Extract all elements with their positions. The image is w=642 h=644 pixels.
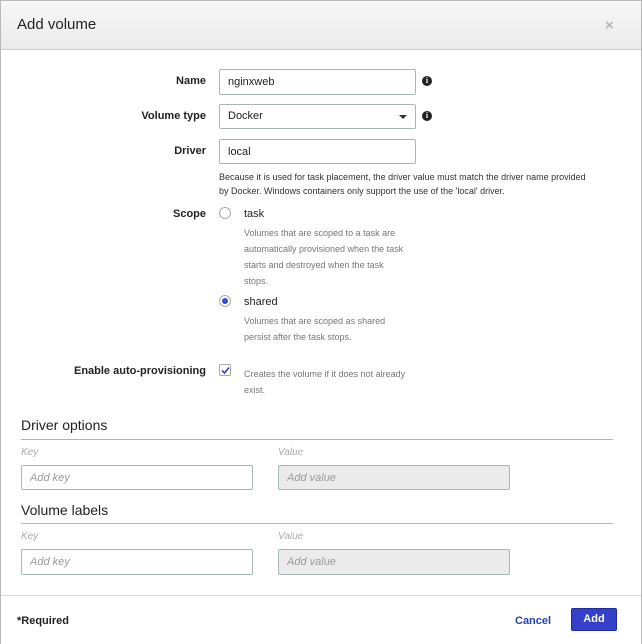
add-button[interactable]: Add <box>571 608 617 631</box>
volume-label-key-input[interactable] <box>21 549 253 575</box>
checkmark-icon <box>221 366 230 375</box>
volume-type-label: Volume type <box>141 110 206 122</box>
dialog-footer: *Required Cancel Add <box>1 595 641 644</box>
name-label: Name <box>176 75 206 87</box>
volume-type-value: Docker <box>228 110 263 122</box>
name-input[interactable] <box>219 69 416 95</box>
description-line: Creates the volume if it does not alread… <box>244 369 406 379</box>
scope-shared-description: Volumes that are scoped as shared persis… <box>244 313 434 345</box>
description-line: exist. <box>244 385 266 395</box>
description-line: automatically provisioned when the task <box>244 244 404 254</box>
scope-task-label: task <box>244 208 265 220</box>
key-column-header: Key <box>21 447 39 458</box>
driver-help-line: by Docker. Windows containers only suppo… <box>219 186 505 196</box>
driver-input[interactable] <box>219 139 416 164</box>
dialog-header: Add volume × <box>1 1 641 50</box>
section-divider <box>21 439 613 440</box>
scope-task-radio[interactable] <box>219 207 231 219</box>
key-column-header: Key <box>21 531 39 542</box>
scope-task-description: Volumes that are scoped to a task are au… <box>244 225 434 289</box>
description-line: starts and destroyed when the task <box>244 260 384 270</box>
driver-label: Driver <box>174 145 206 157</box>
value-column-header: Value <box>278 531 304 542</box>
auto-provisioning-label: Enable auto-provisioning <box>73 365 206 377</box>
volume-labels-title: Volume labels <box>21 502 109 518</box>
description-line: stops. <box>244 276 269 286</box>
chevron-down-icon <box>399 115 407 119</box>
value-column-header: Value <box>278 447 304 458</box>
close-icon[interactable]: × <box>605 17 614 34</box>
auto-provisioning-help: Creates the volume if it does not alread… <box>244 366 434 398</box>
scope-shared-label: shared <box>244 296 278 308</box>
description-line: Volumes that are scoped as shared <box>244 316 386 326</box>
required-note: *Required <box>17 615 69 627</box>
scope-shared-radio[interactable] <box>219 295 231 307</box>
driver-options-title: Driver options <box>21 417 108 433</box>
driver-help-line: Because it is used for task placement, t… <box>219 172 586 182</box>
scope-label: Scope <box>172 208 206 220</box>
driver-option-value-input[interactable] <box>278 465 510 490</box>
info-icon[interactable]: i <box>422 111 432 121</box>
auto-provisioning-checkbox[interactable] <box>219 364 231 376</box>
description-line: Volumes that are scoped to a task are <box>244 228 396 238</box>
section-divider <box>21 523 613 524</box>
driver-option-key-input[interactable] <box>21 465 253 490</box>
dialog-title: Add volume <box>17 16 97 33</box>
volume-type-select[interactable]: Docker <box>219 104 416 129</box>
info-icon[interactable]: i <box>422 76 432 86</box>
driver-help-text: Because it is used for task placement, t… <box>219 170 629 198</box>
cancel-button[interactable]: Cancel <box>515 615 551 627</box>
volume-label-value-input[interactable] <box>278 549 510 575</box>
add-volume-dialog: Add volume × Name i Volume type Docker i… <box>0 0 642 644</box>
description-line: persist after the task stops. <box>244 332 352 342</box>
